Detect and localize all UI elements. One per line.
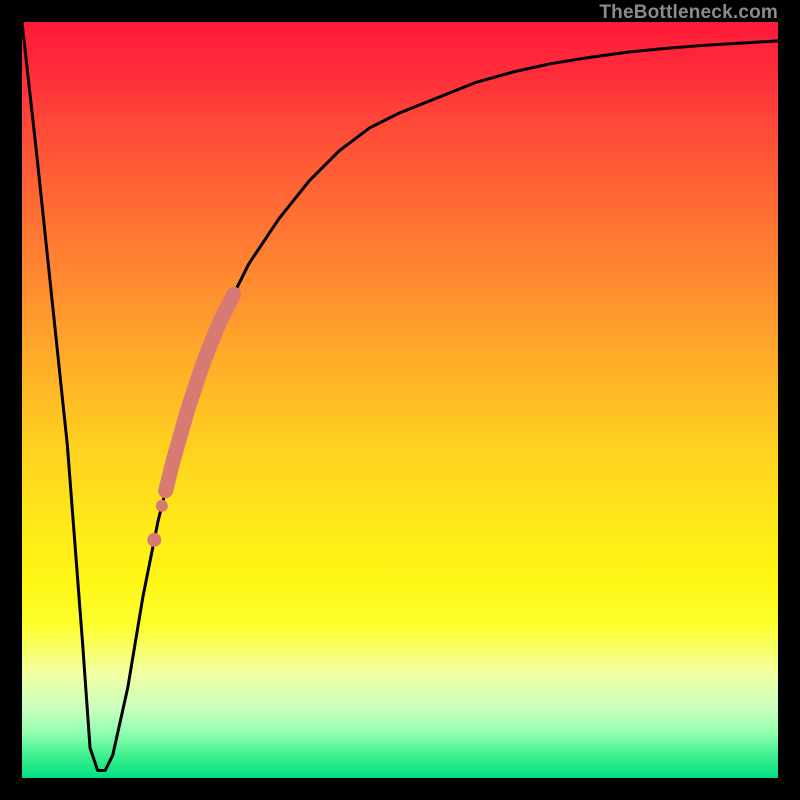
chart-frame: TheBottleneck.com: [0, 0, 800, 800]
watermark-text: TheBottleneck.com: [599, 2, 778, 24]
plot-area: [22, 22, 778, 778]
